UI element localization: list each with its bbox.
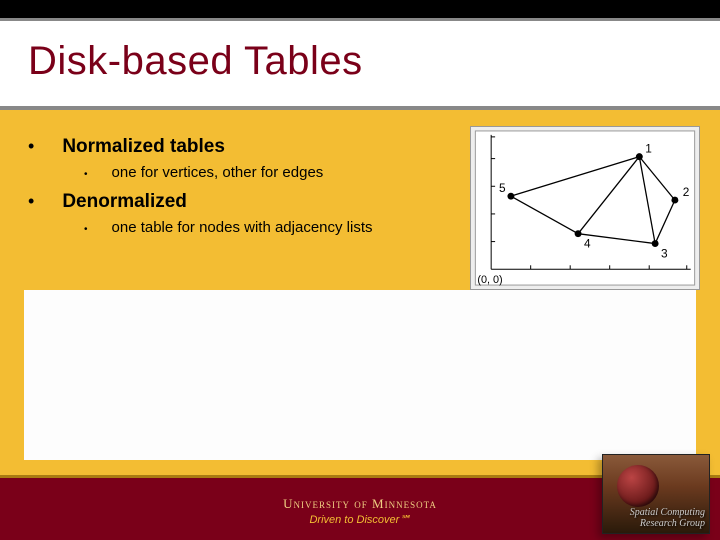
- graph-node-label: 5: [499, 181, 506, 195]
- footer-logo: University of Minnesota Driven to Discov…: [283, 496, 437, 526]
- bullet-dot-icon: •: [84, 224, 88, 235]
- graph-node-label: 1: [645, 142, 652, 156]
- graph-node-label: 3: [661, 246, 668, 260]
- globe-icon: [617, 465, 659, 507]
- graph-node: [671, 197, 678, 204]
- graph-node: [652, 240, 659, 247]
- graph-node: [575, 230, 582, 237]
- title-band: Disk-based Tables: [0, 18, 720, 110]
- footer-institution: University of Minnesota: [283, 496, 437, 512]
- subbullet-text: one table for nodes with adjacency lists: [112, 219, 373, 236]
- badge-line2: Research Group: [630, 518, 705, 529]
- bullet-label: Normalized tables: [62, 136, 225, 158]
- badge-line1: Spatial Computing: [630, 507, 705, 518]
- graph-node-label: 2: [683, 185, 690, 199]
- origin-label: (0, 0): [477, 274, 502, 286]
- bullet-dot-icon: •: [84, 169, 88, 180]
- lower-blank-panel: [24, 290, 696, 460]
- slide-title: Disk-based Tables: [0, 21, 720, 84]
- bullet-dot-icon: •: [28, 137, 34, 155]
- graph-node-label: 4: [584, 237, 591, 251]
- slide: Disk-based Tables • Normalized tables • …: [0, 0, 720, 540]
- bullet-label: Denormalized: [62, 191, 187, 213]
- graph-figure: (0, 0) 1 2 3 4 5: [470, 126, 700, 290]
- bullet-dot-icon: •: [28, 192, 34, 210]
- top-black-strip: [0, 0, 720, 18]
- footer-tagline: Driven to Discover℠: [283, 513, 437, 526]
- graph-node: [636, 153, 643, 160]
- footer: University of Minnesota Driven to Discov…: [0, 460, 720, 540]
- research-group-badge: Spatial Computing Research Group: [602, 454, 710, 534]
- subbullet-text: one for vertices, other for edges: [112, 164, 324, 181]
- graph-node: [507, 193, 514, 200]
